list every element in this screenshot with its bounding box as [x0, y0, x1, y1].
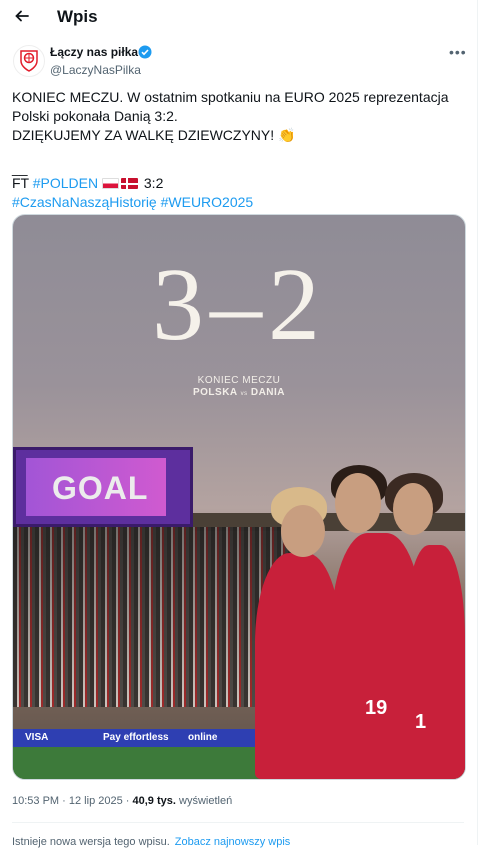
hashtags-line: #CzasNaNasząHistorię #WEURO2025	[12, 193, 467, 212]
versus: vs	[240, 391, 248, 397]
separator: __	[12, 160, 28, 176]
tweet-line: Polski pokonała Danią 3:2.	[12, 108, 178, 124]
tweet-text: KONIEC MECZU. W ostatnim spotkaniu na EU…	[12, 88, 467, 212]
ad-online: online	[188, 732, 218, 743]
hashtag-czas[interactable]: #CzasNaNasząHistorię	[12, 194, 157, 210]
page-title: Wpis	[57, 7, 98, 26]
tweet-meta: 10:53 PM · 12 lip 2025 · 40,9 tys. wyświ…	[12, 795, 233, 807]
ft-line: FT #POLDEN 3:2	[12, 174, 467, 193]
team-home: POLSKA	[192, 387, 238, 398]
tweet-time[interactable]: 10:53 PM	[12, 795, 59, 807]
player-left-head	[281, 505, 325, 557]
author-name[interactable]: Łączy nas piłka	[50, 45, 138, 59]
ft-prefix: FT	[12, 175, 29, 191]
player-center-head	[335, 473, 381, 533]
goal-scoreboard: GOAL	[13, 447, 193, 527]
hashtag-polden[interactable]: #POLDEN	[33, 175, 98, 191]
player-left	[255, 553, 341, 779]
ad-visa: VISA	[25, 732, 49, 743]
score-subtitle: KONIEC MECZU	[197, 375, 281, 386]
tweet-line: DZIĘKUJEMY ZA WALKĘ DZIEWCZYNY! 👏	[12, 127, 296, 143]
team-away: DANIA	[250, 387, 286, 398]
final-score: 3–2	[152, 247, 326, 362]
teams-line: POLSKA vs DANIA	[13, 387, 465, 398]
pzpn-logo-icon	[20, 50, 38, 72]
jersey-number: 1	[415, 711, 427, 733]
author-handle[interactable]: @LaczyNasPilka	[50, 63, 141, 77]
tweet-date[interactable]: 12 lip 2025	[69, 795, 123, 807]
denmark-flag-icon	[121, 178, 138, 189]
ad-pay: Pay effortless	[103, 732, 169, 743]
newest-version-link[interactable]: Zobacz najnowszy wpis	[175, 836, 291, 848]
divider	[12, 822, 464, 823]
avatar[interactable]	[13, 45, 45, 77]
poland-flag-icon	[102, 178, 119, 189]
edit-notice: Istnieje nowa wersja tego wpisu. Zobacz n…	[12, 836, 290, 848]
more-options-icon[interactable]: •••	[449, 44, 467, 60]
tweet-line: KONIEC MECZU. W ostatnim spotkaniu na EU…	[12, 89, 449, 105]
hashtag-weuro[interactable]: #WEURO2025	[161, 194, 254, 210]
top-bar: Wpis	[0, 0, 477, 33]
column-divider	[477, 0, 478, 845]
tweet-media-image[interactable]: GOAL VISA Pay effortless online 19 1 3–2…	[12, 214, 466, 780]
ad-board: VISA Pay effortless online	[13, 729, 273, 747]
verified-badge-icon	[138, 45, 152, 64]
jersey-number: 19	[365, 697, 388, 719]
views-label: wyświetleń	[179, 795, 233, 807]
player-right-head	[393, 483, 433, 535]
edit-notice-text: Istnieje nowa wersja tego wpisu.	[12, 836, 170, 848]
views-count: 40,9 tys.	[132, 795, 176, 807]
goal-board-text: GOAL	[52, 470, 149, 506]
player-right	[405, 545, 465, 779]
back-arrow-icon[interactable]	[12, 6, 32, 26]
ft-score: 3:2	[143, 175, 164, 191]
